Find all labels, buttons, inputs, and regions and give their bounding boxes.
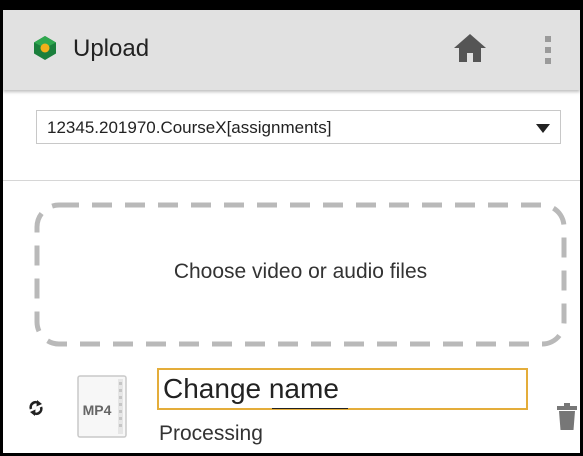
app-screen: Upload 12345.201970.CourseX[assignments]… bbox=[3, 10, 580, 453]
trash-icon[interactable] bbox=[555, 401, 579, 431]
more-vertical-icon[interactable] bbox=[543, 34, 553, 66]
category-select-value: 12345.201970.CourseX[assignments] bbox=[47, 118, 332, 137]
dropzone-label: Choose video or audio files bbox=[173, 260, 428, 283]
category-select[interactable]: 12345.201970.CourseX[assignments] bbox=[36, 110, 561, 144]
file-dropzone[interactable]: Choose video or audio files bbox=[34, 202, 567, 347]
upload-list-item: MP4 Processing bbox=[3, 360, 580, 453]
app-bar: Upload bbox=[3, 10, 580, 90]
refresh-icon[interactable] bbox=[27, 399, 45, 417]
page-title: Upload bbox=[73, 35, 150, 62]
home-icon[interactable] bbox=[452, 32, 488, 64]
name-input[interactable] bbox=[163, 373, 518, 405]
kaltura-logo-icon bbox=[34, 36, 56, 60]
file-type-label: MP4 bbox=[83, 402, 112, 418]
spellcheck-underline bbox=[272, 408, 348, 409]
file-type-icon: MP4 bbox=[77, 375, 127, 438]
upload-status: Processing bbox=[159, 422, 263, 445]
category-bar: 12345.201970.CourseX[assignments] bbox=[3, 90, 580, 181]
caret-down-icon bbox=[536, 124, 550, 133]
name-field[interactable] bbox=[157, 368, 528, 410]
